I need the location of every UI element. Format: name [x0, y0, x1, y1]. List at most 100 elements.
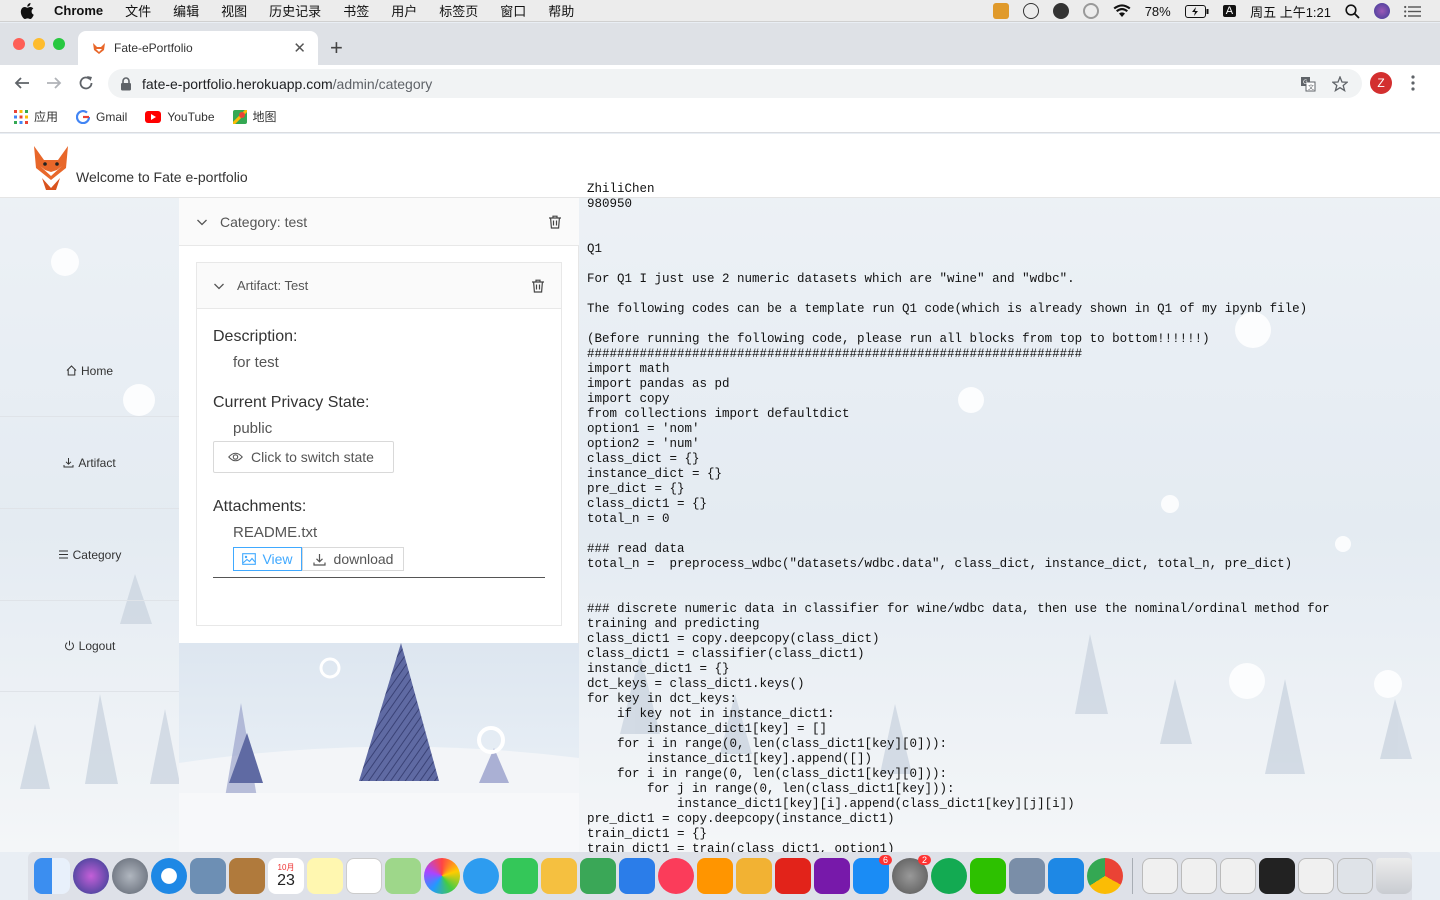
- preview-icon[interactable]: [190, 858, 226, 894]
- artifact-collapse-header[interactable]: Artifact: Test: [197, 263, 561, 309]
- translate-icon[interactable]: G文: [1300, 76, 1316, 92]
- download-attachment-button[interactable]: download: [302, 547, 404, 571]
- chat-bubble-icon[interactable]: [1022, 3, 1039, 19]
- back-arrow-icon[interactable]: [12, 73, 32, 93]
- menu-app-name[interactable]: Chrome: [54, 3, 103, 18]
- menu-window[interactable]: 窗口: [500, 1, 526, 20]
- category-collapse-header[interactable]: Category: test: [179, 198, 579, 246]
- reload-icon[interactable]: [76, 73, 96, 93]
- chevron-down-icon[interactable]: [213, 280, 225, 292]
- app-store-icon[interactable]: 6: [853, 855, 892, 894]
- sidebar-item-category[interactable]: Category: [0, 509, 179, 601]
- spotlight-search-icon[interactable]: [1345, 3, 1360, 19]
- category-title: Category: test: [220, 213, 308, 230]
- bookmark-youtube[interactable]: YouTube: [145, 110, 215, 124]
- view-attachment-button[interactable]: View: [233, 547, 302, 571]
- youdao-icon[interactable]: [775, 858, 811, 894]
- tab-title: Fate-ePortfolio: [114, 41, 193, 55]
- facetime-icon[interactable]: [502, 858, 538, 894]
- artifact-title: Artifact: Test: [237, 278, 309, 293]
- jetbrains-icon[interactable]: [736, 858, 772, 894]
- browser-tab-active[interactable]: Fate-ePortfolio ✕: [78, 31, 318, 65]
- minimized-terminal-icon[interactable]: [1259, 858, 1295, 894]
- window-minimize-button[interactable]: [33, 38, 45, 50]
- contacts-icon[interactable]: [229, 858, 265, 894]
- menu-view[interactable]: 视图: [221, 1, 247, 20]
- address-bar[interactable]: fate-e-portfolio.herokuapp.com/admin/cat…: [108, 69, 1362, 98]
- reminders-icon[interactable]: [346, 858, 382, 894]
- sidebar-item-home[interactable]: Home: [0, 325, 179, 417]
- keynote-icon[interactable]: [619, 858, 655, 894]
- jetbrains-toolbox-icon[interactable]: [992, 3, 1009, 19]
- minimized-window-icon[interactable]: [1337, 858, 1373, 894]
- sidebar-item-logout[interactable]: Logout: [0, 600, 179, 692]
- wechat-icon[interactable]: [970, 858, 1006, 894]
- chevron-down-icon[interactable]: [196, 216, 208, 228]
- siri-icon[interactable]: [73, 858, 109, 894]
- notes-icon[interactable]: [307, 858, 343, 894]
- chrome-icon[interactable]: [1087, 858, 1123, 894]
- maps-app-icon[interactable]: [385, 858, 421, 894]
- calendar-month: 10月: [277, 863, 295, 872]
- menu-tab[interactable]: 标签页: [439, 1, 478, 20]
- music-icon[interactable]: [658, 858, 694, 894]
- menu-help[interactable]: 帮助: [548, 1, 574, 20]
- url-path: /admin/category: [332, 75, 433, 92]
- minimized-window-icon[interactable]: [1142, 858, 1178, 894]
- new-tab-button[interactable]: +: [330, 35, 343, 61]
- minimized-window-icon[interactable]: [1181, 858, 1217, 894]
- tab-close-icon[interactable]: ✕: [293, 39, 306, 57]
- bookmark-gmail[interactable]: Gmail: [76, 109, 127, 124]
- window-close-button[interactable]: [13, 38, 25, 50]
- photos-icon[interactable]: [424, 858, 460, 894]
- mongodb-compass-icon[interactable]: [931, 858, 967, 894]
- trash-icon[interactable]: [1376, 858, 1412, 894]
- onenote-icon[interactable]: [814, 858, 850, 894]
- home-icon: [66, 365, 77, 376]
- menu-edit[interactable]: 编辑: [173, 1, 199, 20]
- launchpad-icon[interactable]: [112, 858, 148, 894]
- minimized-window-icon[interactable]: [1220, 858, 1256, 894]
- menu-bookmarks[interactable]: 书签: [343, 1, 369, 20]
- system-preferences-icon[interactable]: 2: [892, 855, 931, 894]
- notification-center-icon[interactable]: [1404, 5, 1422, 18]
- calendar-icon[interactable]: 10月 23: [268, 858, 304, 894]
- pages-icon[interactable]: [541, 858, 577, 894]
- menubar-clock[interactable]: 周五 上午1:21: [1250, 2, 1331, 21]
- bookmark-maps[interactable]: 地图: [232, 108, 277, 125]
- image-capture-icon[interactable]: [1009, 858, 1045, 894]
- menu-history[interactable]: 历史记录: [269, 1, 321, 20]
- finder-icon[interactable]: [34, 858, 70, 894]
- menu-icon: [58, 550, 68, 559]
- forward-arrow-icon[interactable]: [44, 73, 64, 93]
- bookmark-star-icon[interactable]: [1332, 75, 1348, 92]
- sync-icon[interactable]: [1082, 3, 1099, 19]
- admin-sidebar: Home Artifact Category Logout: [0, 198, 179, 852]
- input-method-icon[interactable]: A: [1222, 5, 1237, 17]
- lock-icon[interactable]: [120, 76, 132, 91]
- switch-privacy-button[interactable]: Click to switch state: [213, 441, 394, 473]
- apple-menu-icon[interactable]: [20, 2, 36, 19]
- books-icon[interactable]: [697, 858, 733, 894]
- minimized-window-icon[interactable]: [1298, 858, 1334, 894]
- sidebar-item-label: Artifact: [78, 455, 116, 470]
- sidebar-item-artifact[interactable]: Artifact: [0, 417, 179, 509]
- download-icon: [63, 458, 74, 468]
- messages-icon[interactable]: [463, 858, 499, 894]
- window-zoom-button[interactable]: [53, 38, 65, 50]
- bookmark-apps[interactable]: 应用: [14, 108, 58, 125]
- menu-people[interactable]: 用户: [391, 1, 417, 20]
- profile-avatar[interactable]: Z: [1370, 72, 1392, 94]
- delete-artifact-icon[interactable]: [531, 279, 545, 293]
- numbers-icon[interactable]: [580, 858, 616, 894]
- siri-icon[interactable]: [1374, 3, 1390, 19]
- safari-icon[interactable]: [151, 858, 187, 894]
- browser-toolbar: fate-e-portfolio.herokuapp.com/admin/cat…: [0, 65, 1440, 101]
- vscode-icon[interactable]: [1048, 858, 1084, 894]
- delete-category-icon[interactable]: [548, 215, 562, 229]
- browser-menu-icon[interactable]: [1411, 75, 1415, 96]
- menu-file[interactable]: 文件: [125, 1, 151, 20]
- battery-icon[interactable]: [1184, 4, 1209, 18]
- wifi-icon[interactable]: [1113, 4, 1131, 18]
- wechat-status-icon[interactable]: [1052, 3, 1069, 19]
